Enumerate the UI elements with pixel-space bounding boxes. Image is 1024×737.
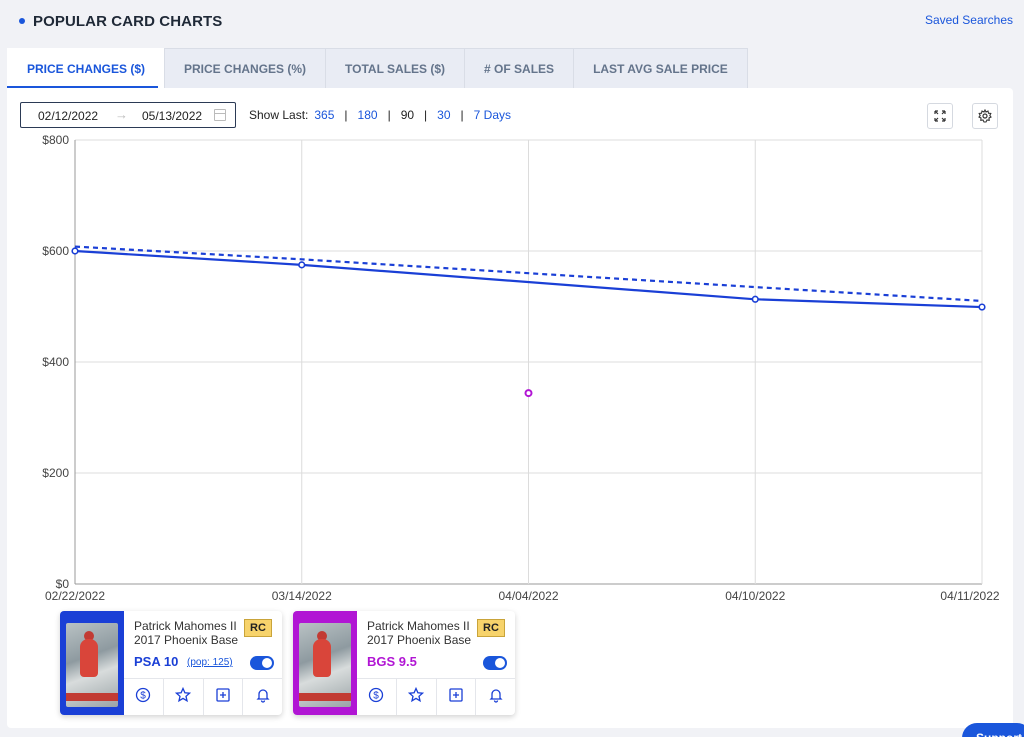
alert-button[interactable]	[476, 679, 515, 715]
card-actions: $	[357, 678, 515, 715]
tab-number-of-sales[interactable]: # OF SALES	[464, 48, 575, 88]
gear-icon	[978, 109, 992, 123]
active-tab-indicator	[7, 86, 158, 88]
date-from-input[interactable]: 02/12/2022	[38, 109, 98, 123]
fullscreen-icon	[934, 110, 946, 122]
tab-last-avg-sale-price[interactable]: LAST AVG SALE PRICE	[573, 48, 748, 88]
dollar-icon: $	[368, 687, 384, 708]
show-last-selector: Show Last: 365 | 180 | 90 | 30 | 7 Days	[249, 108, 512, 122]
dollar-icon: $	[135, 687, 151, 708]
price-chart: $0$200$400$600$80002/22/2022 03/14/2022 04…	[42, 133, 1000, 603]
chart-tabs: PRICE CHANGES ($) PRICE CHANGES (%) TOTA…	[7, 48, 748, 88]
date-range-picker[interactable]: 02/12/2022 → 05/13/2022	[20, 102, 236, 128]
data-point-psa	[71, 247, 79, 255]
star-icon	[175, 686, 192, 708]
tab-price-changes-dollar[interactable]: PRICE CHANGES ($)	[7, 48, 166, 88]
plus-square-icon	[215, 687, 231, 708]
x-tick-label: 04/04/2022	[498, 589, 558, 603]
bell-icon	[255, 687, 271, 708]
y-tick-label: $800	[42, 133, 69, 147]
tab-total-sales[interactable]: TOTAL SALES ($)	[325, 48, 466, 88]
favorite-button[interactable]	[164, 679, 204, 715]
data-point-psa	[751, 295, 759, 303]
bullet-icon	[19, 18, 25, 24]
saved-searches-link[interactable]: Saved Searches	[925, 13, 1013, 27]
plus-square-icon	[448, 687, 464, 708]
y-tick-label: $200	[42, 466, 69, 480]
show-last-label: Show Last:	[249, 108, 309, 122]
page-title: POPULAR CARD CHARTS	[33, 13, 223, 30]
settings-button[interactable]	[972, 103, 998, 129]
y-tick-label: $600	[42, 244, 69, 258]
card-image[interactable]	[66, 623, 118, 707]
rookie-badge: RC	[477, 619, 505, 637]
svg-text:$: $	[374, 690, 380, 701]
card-actions: $	[124, 678, 282, 715]
show-last-7-days[interactable]: 7 Days	[474, 108, 511, 122]
price-button[interactable]: $	[124, 679, 164, 715]
series-visibility-toggle[interactable]	[250, 656, 274, 670]
price-button[interactable]: $	[357, 679, 397, 715]
card-color-strip	[60, 611, 124, 715]
card-tile[interactable]: Patrick Mahomes II 2017 Phoenix Base RC PSA…	[60, 611, 282, 715]
tab-price-changes-percent[interactable]: PRICE CHANGES (%)	[164, 48, 327, 88]
data-point-bgs	[524, 389, 533, 398]
svg-text:$: $	[141, 690, 147, 701]
add-collection-button[interactable]	[204, 679, 244, 715]
card-image[interactable]	[299, 623, 351, 707]
data-point-psa	[298, 261, 306, 269]
add-collection-button[interactable]	[437, 679, 477, 715]
show-last-90[interactable]: 90	[401, 108, 414, 122]
x-tick-label: 03/14/2022	[272, 589, 332, 603]
alert-button[interactable]	[243, 679, 282, 715]
favorite-button[interactable]	[397, 679, 437, 715]
show-last-365[interactable]: 365	[314, 108, 334, 122]
card-grade: BGS 9.5	[367, 654, 417, 669]
bell-icon	[488, 687, 504, 708]
support-button[interactable]: Support	[962, 723, 1024, 737]
arrow-right-icon: →	[115, 107, 128, 122]
population-link[interactable]: (pop: 125)	[187, 657, 233, 668]
page-header: POPULAR CARD CHARTS Saved Searches	[0, 0, 1024, 44]
series-visibility-toggle[interactable]	[483, 656, 507, 670]
card-grade: PSA 10	[134, 654, 179, 669]
card-color-strip	[293, 611, 357, 715]
show-last-30[interactable]: 30	[437, 108, 450, 122]
x-tick-label: 02/22/2022	[45, 589, 105, 603]
star-icon	[408, 686, 425, 708]
card-tile[interactable]: Patrick Mahomes II 2017 Phoenix Base RC BGS…	[293, 611, 515, 715]
x-tick-label: 04/11/2022	[940, 589, 999, 603]
rookie-badge: RC	[244, 619, 272, 637]
x-tick-label: 04/10/2022	[725, 589, 785, 603]
y-tick-label: $400	[42, 355, 69, 369]
date-to-input[interactable]: 05/13/2022	[142, 109, 202, 123]
show-last-180[interactable]: 180	[358, 108, 378, 122]
data-point-psa	[978, 303, 986, 311]
calendar-icon[interactable]	[214, 109, 226, 121]
fullscreen-button[interactable]	[927, 103, 953, 129]
